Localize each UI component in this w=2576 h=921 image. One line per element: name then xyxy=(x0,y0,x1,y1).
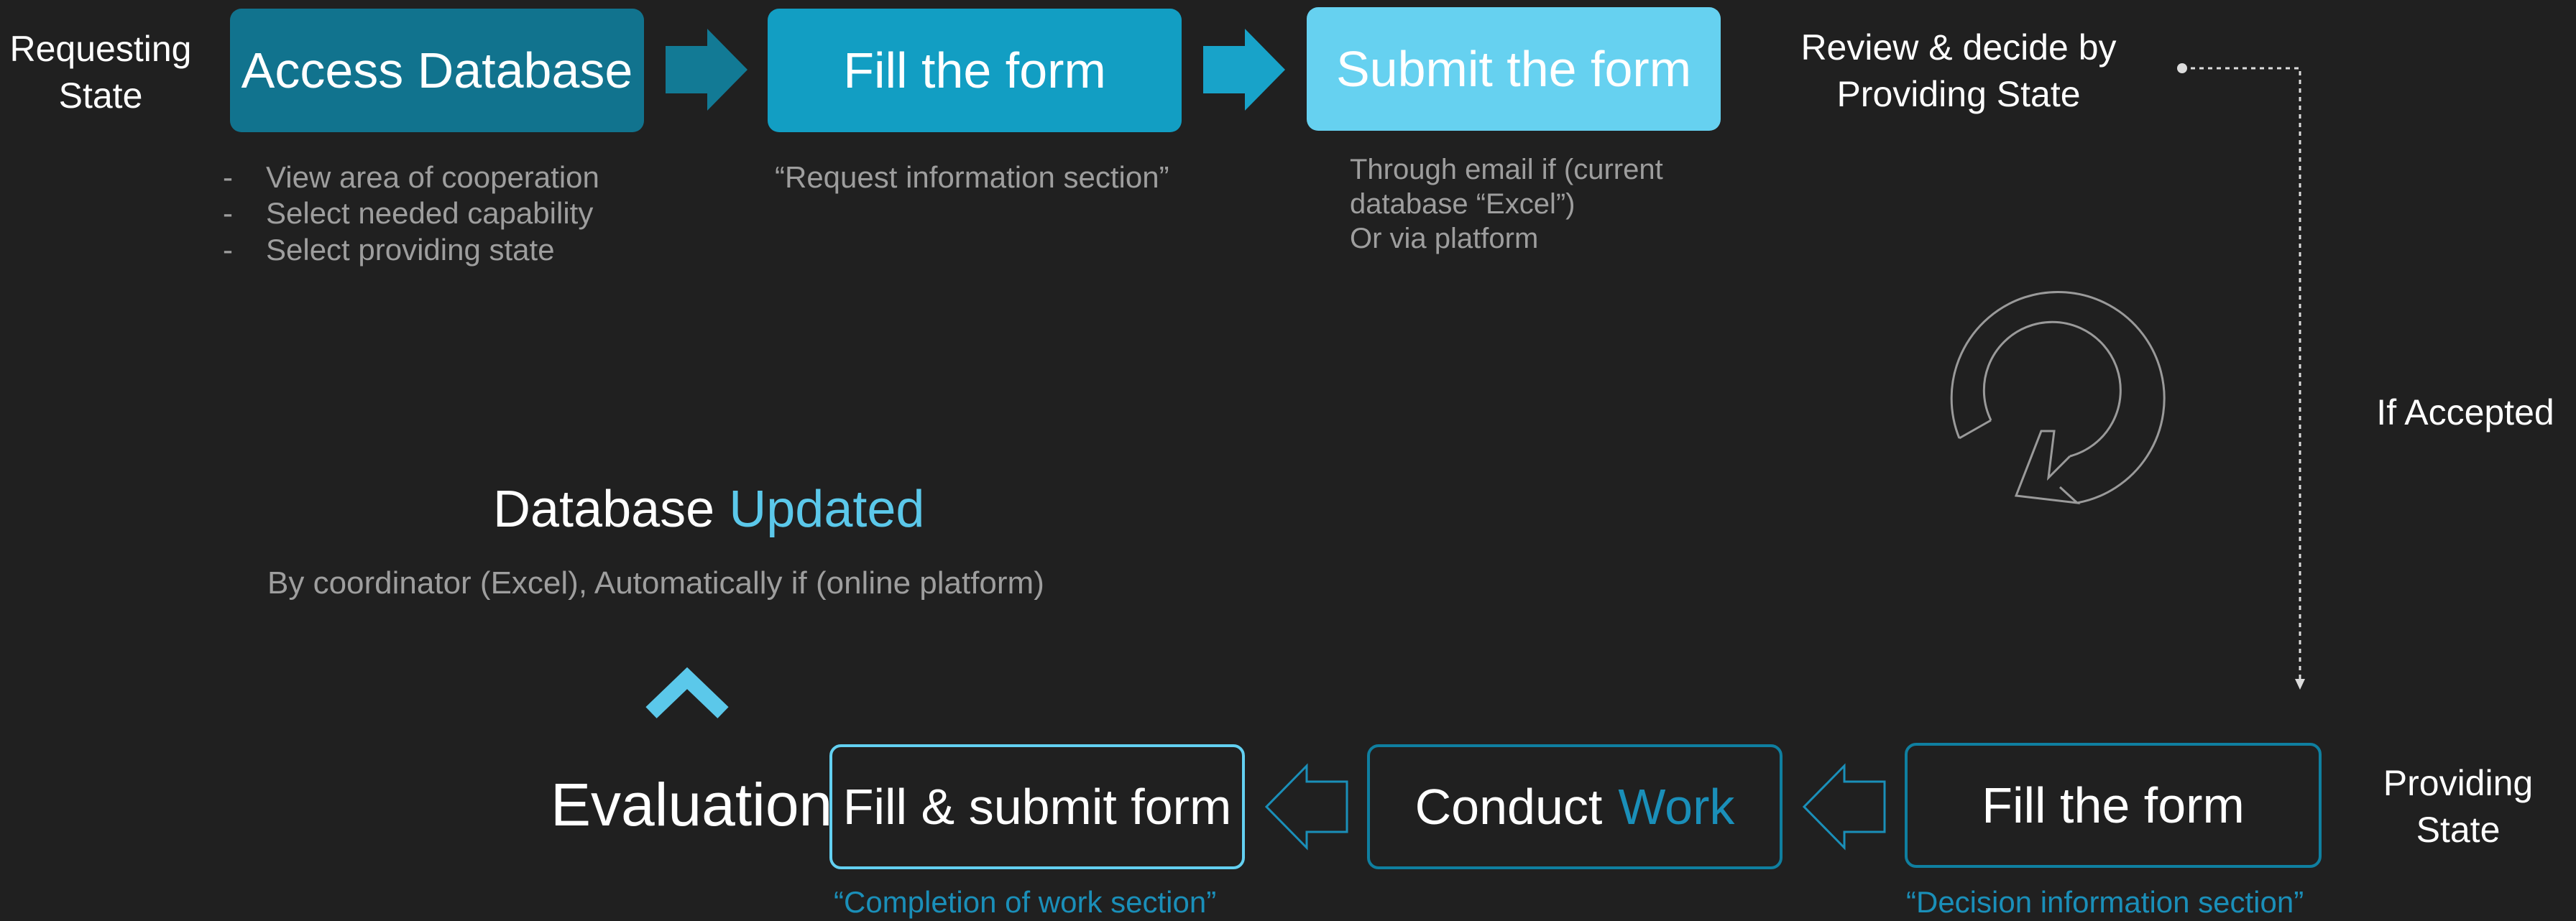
right-arrow-icon xyxy=(1203,29,1285,111)
connector-line xyxy=(2182,67,2301,682)
left-arrow-icon xyxy=(1802,763,1886,851)
diagram-graphics xyxy=(645,29,2305,851)
refresh-cycle-icon xyxy=(1950,290,2166,505)
chevron-up-icon xyxy=(645,667,729,718)
left-arrow-icon xyxy=(1264,763,1348,851)
connector-arrowhead xyxy=(2295,679,2305,690)
right-arrow-icon xyxy=(666,29,748,111)
